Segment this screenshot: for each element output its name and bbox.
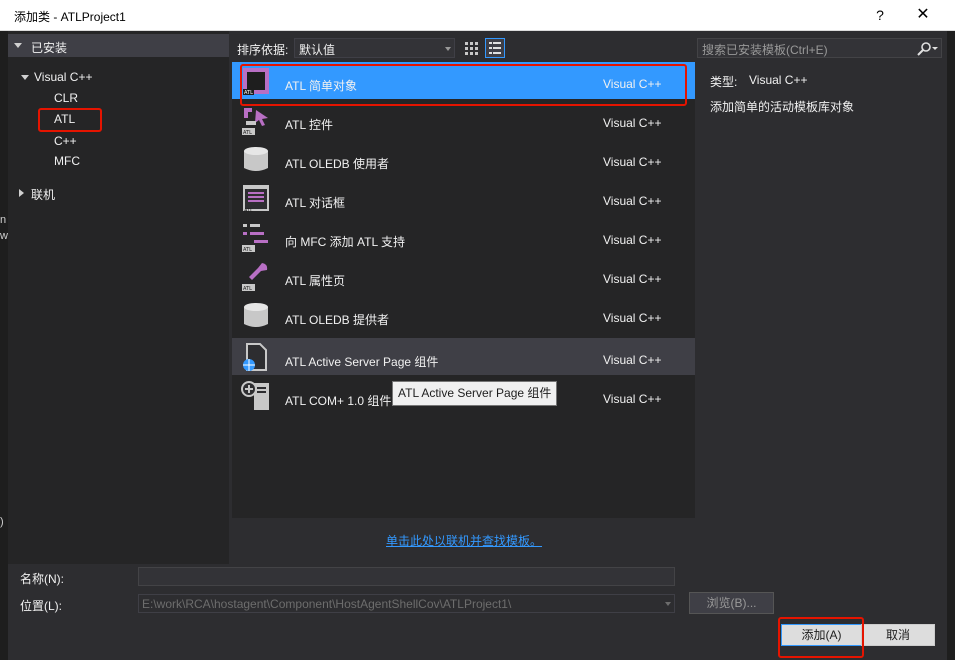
background-artifact: n	[0, 214, 7, 226]
chevron-down-icon	[21, 75, 29, 80]
tree-item-label: CLR	[54, 91, 79, 105]
name-label: 名称(N):	[20, 572, 64, 586]
installed-section-header[interactable]: 已安装	[8, 34, 229, 57]
template-row-atl-asp-component[interactable]: ATL Active Server Page 组件 Visual C++	[232, 338, 695, 375]
template-language: Visual C++	[603, 155, 662, 169]
template-language: Visual C++	[603, 233, 662, 247]
template-name: ATL 简单对象	[285, 79, 358, 93]
location-label: 位置(L):	[20, 599, 63, 613]
help-button[interactable]: ?	[867, 4, 893, 26]
template-name: ATL 控件	[285, 118, 334, 132]
tree-item-label: ATL	[54, 112, 76, 126]
tree-item-label: C++	[54, 134, 77, 148]
type-value: Visual C++	[749, 73, 808, 87]
svg-text:ATL: ATL	[244, 208, 253, 214]
search-icon[interactable]	[915, 41, 939, 57]
template-language: Visual C++	[603, 392, 662, 406]
type-label: 类型:	[710, 75, 738, 89]
browse-button[interactable]: 浏览(B)...	[689, 592, 774, 614]
template-language: Visual C++	[603, 353, 662, 367]
template-list: ATL ATL 简单对象 Visual C++ ATL ATL 控件 Visua…	[232, 62, 695, 518]
template-name: ATL 属性页	[285, 274, 346, 288]
template-row-atl-control[interactable]: ATL ATL 控件 Visual C++	[232, 101, 695, 138]
template-row-atl-oledb-provider[interactable]: ATL OLEDB 提供者 Visual C++	[232, 296, 695, 333]
location-value: E:\work\RCA\hostagent\Component\HostAgen…	[142, 597, 512, 611]
cancel-button[interactable]: 取消	[861, 624, 935, 646]
com-plus-icon	[241, 381, 269, 410]
template-name: ATL COM+ 1.0 组件	[285, 394, 392, 408]
template-row-add-atl-support[interactable]: ATL 向 MFC 添加 ATL 支持 Visual C++	[232, 218, 695, 255]
template-row-atl-property-page[interactable]: ATL ATL 属性页 Visual C++	[232, 257, 695, 294]
template-name: ATL 对话框	[285, 196, 346, 210]
template-search-input[interactable]: 搜索已安装模板(Ctrl+E)	[697, 38, 942, 58]
template-language: Visual C++	[603, 116, 662, 130]
svg-text:ATL: ATL	[243, 247, 252, 253]
list-view-button[interactable]	[485, 38, 505, 58]
template-name: ATL OLEDB 提供者	[285, 313, 390, 327]
search-placeholder: 搜索已安装模板(Ctrl+E)	[702, 43, 828, 57]
location-field[interactable]: E:\work\RCA\hostagent\Component\HostAgen…	[138, 594, 675, 613]
sort-label: 排序依据:	[237, 43, 289, 57]
svg-text:ATL: ATL	[244, 90, 253, 96]
sort-dropdown[interactable]: 默认值	[294, 38, 455, 58]
template-name: ATL Active Server Page 组件	[285, 355, 439, 369]
close-button[interactable]: ✕	[908, 4, 938, 26]
template-name: ATL OLEDB 使用者	[285, 157, 390, 171]
window-edge-right	[947, 31, 955, 660]
template-language: Visual C++	[603, 77, 662, 91]
atl-dialog-icon: ATL	[243, 185, 269, 214]
tree-item-mfc[interactable]: MFC	[54, 154, 80, 168]
tree-item-label: MFC	[54, 154, 80, 168]
template-description: 添加简单的活动模板库对象	[710, 100, 855, 114]
sort-value: 默认值	[299, 43, 336, 57]
background-artifact: )	[0, 516, 4, 528]
template-tooltip: ATL Active Server Page 组件	[392, 381, 558, 406]
atl-property-page-icon: ATL	[242, 263, 268, 292]
chevron-down-icon	[445, 47, 451, 51]
template-name: 向 MFC 添加 ATL 支持	[285, 235, 406, 249]
template-language: Visual C++	[603, 194, 662, 208]
database-icon	[244, 147, 268, 171]
name-field[interactable]	[138, 567, 675, 586]
chevron-right-icon	[19, 189, 24, 197]
chevron-down-icon	[14, 43, 22, 48]
list-view-icon	[489, 42, 501, 54]
template-row-atl-oledb-consumer[interactable]: ATL OLEDB 使用者 Visual C++	[232, 140, 695, 177]
template-category-tree: 已安装 Visual C++ CLR ATL C++ MFC 联机	[8, 31, 229, 564]
chevron-down-icon	[665, 602, 671, 606]
svg-text:ATL: ATL	[243, 286, 252, 292]
tree-item-label: 联机	[31, 188, 56, 202]
installed-label: 已安装	[31, 41, 68, 55]
atl-simple-object-icon: ATL	[243, 68, 269, 96]
tree-item-clr[interactable]: CLR	[54, 91, 78, 105]
grid-view-icon	[465, 42, 478, 55]
title-bar: 添加类 - ATLProject1 ? ✕	[0, 0, 955, 31]
online-templates-link[interactable]: 单击此处以联机并查找模板。	[386, 532, 542, 549]
svg-text:ATL: ATL	[243, 130, 252, 136]
tree-item-visual-cpp[interactable]: Visual C++	[21, 70, 93, 84]
asp-page-icon	[243, 343, 267, 371]
tree-item-online[interactable]: 联机	[19, 186, 56, 203]
atl-control-icon: ATL	[242, 108, 268, 136]
add-button[interactable]: 添加(A)	[781, 624, 862, 646]
template-language: Visual C++	[603, 311, 662, 325]
template-row-atl-dialog[interactable]: ATL ATL 对话框 Visual C++	[232, 179, 695, 216]
database-icon	[244, 303, 268, 327]
tree-item-atl[interactable]: ATL	[54, 112, 75, 126]
window-title: 添加类 - ATLProject1	[14, 10, 126, 24]
template-row-atl-simple-object[interactable]: ATL ATL 简单对象 Visual C++	[232, 62, 695, 99]
template-language: Visual C++	[603, 272, 662, 286]
atl-list-icon: ATL	[242, 224, 268, 253]
window-edge-left	[0, 31, 8, 660]
grid-view-button[interactable]	[461, 38, 481, 58]
tree-item-label: Visual C++	[34, 70, 93, 84]
background-artifact: w	[0, 230, 8, 242]
tree-item-cpp[interactable]: C++	[54, 134, 77, 148]
